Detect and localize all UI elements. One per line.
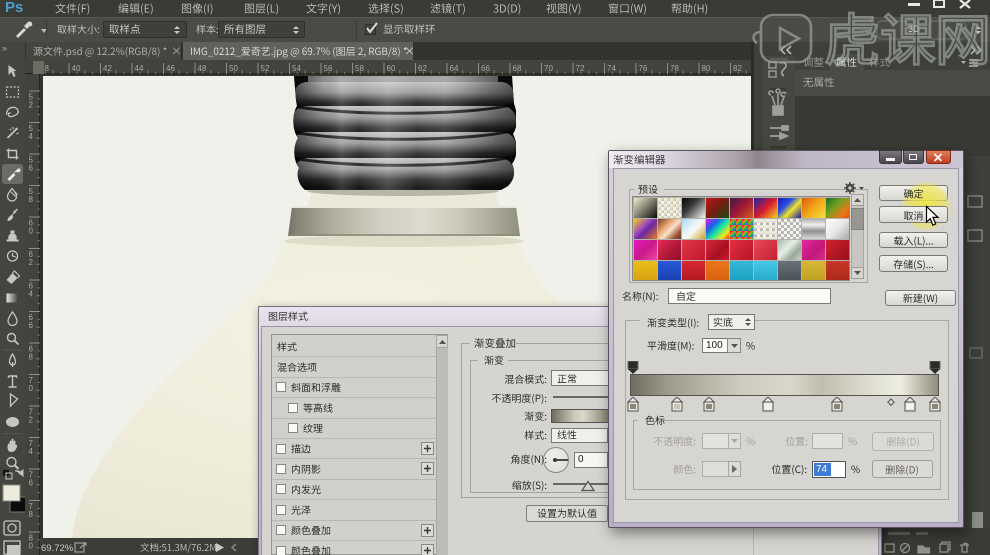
svg-text:46: 46 [166,64,175,73]
svg-text:74: 74 [607,64,616,73]
svg-text:6: 6 [29,321,34,330]
svg-text:80: 80 [702,64,711,73]
svg-text:72: 72 [576,64,585,73]
svg-text:4: 4 [29,290,34,299]
svg-text:4: 4 [29,447,34,456]
svg-text:6: 6 [29,479,34,488]
svg-text:2: 2 [29,101,34,110]
svg-text:0: 0 [29,384,34,393]
svg-text:8: 8 [29,510,34,519]
svg-text:82: 82 [733,64,742,73]
svg-text:0: 0 [29,227,34,236]
svg-text:60: 60 [387,64,396,73]
svg-text:62: 62 [418,64,427,73]
svg-text:76: 76 [639,64,648,73]
svg-text:4: 4 [29,132,34,141]
svg-text:64: 64 [450,64,459,73]
svg-text:70: 70 [544,64,553,73]
svg-text:44: 44 [135,64,144,73]
svg-text:56: 56 [324,64,333,73]
svg-text:6: 6 [29,164,34,173]
svg-text:68: 68 [513,64,522,73]
svg-text:40: 40 [72,64,81,73]
svg-text:50: 50 [229,64,238,73]
svg-text:48: 48 [198,64,207,73]
svg-text:54: 54 [292,64,301,73]
svg-text:66: 66 [481,64,490,73]
svg-text:2: 2 [29,258,34,267]
svg-text:52: 52 [261,64,270,73]
svg-text:42: 42 [103,64,112,73]
svg-text:0: 0 [29,542,34,551]
svg-text:78: 78 [670,64,679,73]
svg-text:58: 58 [355,64,364,73]
svg-text:8: 8 [29,195,34,204]
svg-text:2: 2 [29,416,34,425]
